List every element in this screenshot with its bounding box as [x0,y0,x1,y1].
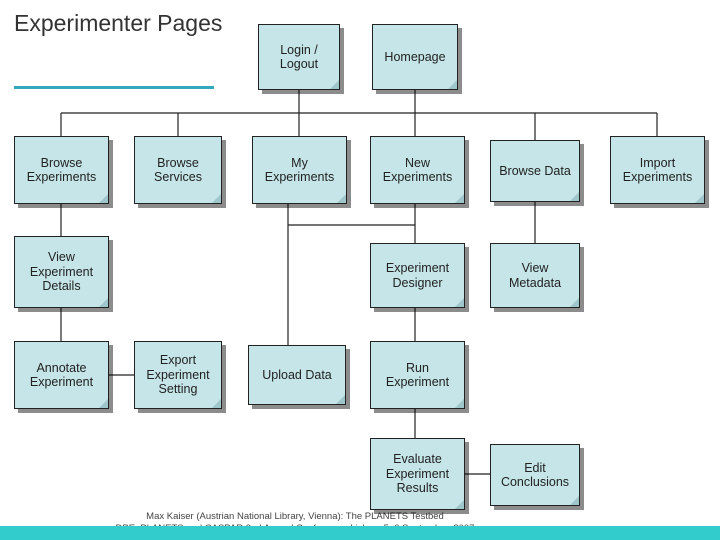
box-edit-conclusions[interactable]: Edit Conclusions [490,444,580,506]
box-import-experiments[interactable]: Import Experiments [610,136,705,204]
box-upload-data[interactable]: Upload Data [248,345,346,405]
box-label: View Experiment Details [29,250,94,294]
folded-corner-icon [455,399,464,408]
box-label: Browse Data [499,163,571,178]
box-label: Export Experiment Setting [146,353,210,397]
box-evaluate-experiment-results[interactable]: Evaluate Experiment Results [370,438,465,510]
box-label: Edit Conclusions [500,460,570,490]
box-label: Homepage [384,49,446,64]
box-label: Annotate Experiment [29,360,94,390]
folded-corner-icon [570,298,579,307]
folded-corner-icon [455,194,464,203]
box-run-experiment[interactable]: Run Experiment [370,341,465,409]
box-label: Evaluate Experiment Results [385,452,450,496]
folded-corner-icon [570,496,579,505]
folded-corner-icon [570,192,579,201]
box-view-experiment-details[interactable]: View Experiment Details [14,236,109,308]
folded-corner-icon [212,399,221,408]
folded-corner-icon [336,395,345,404]
box-browse-services[interactable]: Browse Services [134,136,222,204]
folded-corner-icon [337,194,346,203]
box-my-experiments[interactable]: My Experiments [252,136,347,204]
footer-accent-bar [0,526,720,540]
box-export-experiment-setting[interactable]: Export Experiment Setting [134,341,222,409]
box-new-experiments[interactable]: New Experiments [370,136,465,204]
box-label: View Metadata [508,261,562,290]
box-label: Browse Services [154,155,202,185]
box-label: Browse Experiments [26,155,97,185]
box-annotate-experiment[interactable]: Annotate Experiment [14,341,109,409]
box-browse-experiments[interactable]: Browse Experiments [14,136,109,204]
folded-corner-icon [212,194,221,203]
box-label: Import Experiments [622,155,693,185]
box-view-metadata[interactable]: View Metadata [490,243,580,308]
folded-corner-icon [99,298,108,307]
box-label: My Experiments [264,155,335,185]
slide-canvas: Experimenter Pages Login / Logout Homepa… [0,0,720,540]
folded-corner-icon [330,80,339,89]
folded-corner-icon [448,80,457,89]
box-label: Login / Logout [279,42,319,72]
folded-corner-icon [695,194,704,203]
folded-corner-icon [99,399,108,408]
box-label: New Experiments [382,155,453,185]
folded-corner-icon [99,194,108,203]
box-homepage[interactable]: Homepage [372,24,458,90]
box-label: Run Experiment [385,360,450,390]
folded-corner-icon [455,298,464,307]
box-label: Experiment Designer [385,261,450,290]
box-login-logout[interactable]: Login / Logout [258,24,340,90]
box-browse-data[interactable]: Browse Data [490,140,580,202]
folded-corner-icon [455,500,464,509]
box-label: Upload Data [262,367,332,382]
box-experiment-designer[interactable]: Experiment Designer [370,243,465,308]
